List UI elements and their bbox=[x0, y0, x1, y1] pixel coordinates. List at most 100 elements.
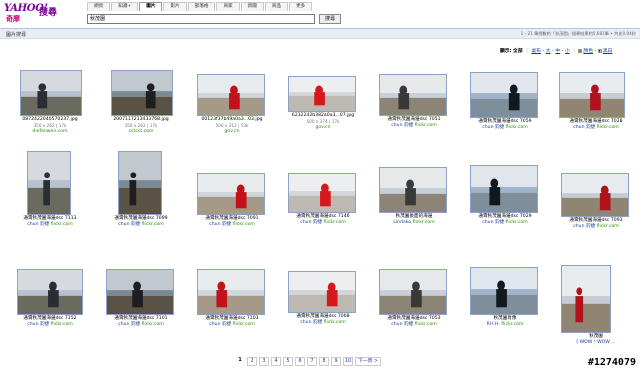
result-user[interactable]: chun bbox=[573, 125, 584, 130]
result-source[interactable]: Lindako flickr.com bbox=[369, 220, 459, 226]
tab-5[interactable]: 商家 bbox=[216, 2, 240, 11]
result-user-alias[interactable]: 鈞捷 bbox=[586, 125, 595, 130]
result-domain[interactable]: flickr.com bbox=[51, 322, 73, 327]
result-domain[interactable]: flickr.com bbox=[324, 320, 346, 325]
tab-0[interactable]: 網頁 bbox=[87, 2, 111, 11]
result-thumbnail[interactable] bbox=[288, 76, 356, 112]
result-thumbnail[interactable] bbox=[559, 72, 625, 118]
result-user[interactable]: [ WOW ! WOW ... bbox=[576, 340, 615, 345]
page-7[interactable]: 7 bbox=[307, 357, 317, 366]
result-thumbnail[interactable] bbox=[561, 265, 611, 333]
result-domain[interactable]: flickr.com bbox=[142, 322, 164, 327]
result-thumbnail[interactable] bbox=[106, 269, 174, 315]
result-source[interactable]: chun 鈞捷 flickr.com bbox=[551, 224, 640, 230]
tab-1[interactable]: 知識+ bbox=[111, 2, 139, 11]
result-domain[interactable]: flickr.com bbox=[415, 123, 437, 128]
result-source[interactable]: chun 鈞捷 flickr.com bbox=[460, 125, 550, 131]
result-user-alias[interactable]: 鈞捷 bbox=[313, 220, 322, 225]
result-source[interactable]: cctcct.com bbox=[96, 129, 186, 135]
result-user[interactable]: Lindako bbox=[393, 220, 411, 225]
result-source[interactable]: chun 鈞捷 flickr.com bbox=[96, 222, 186, 228]
page-6[interactable]: 6 bbox=[295, 357, 305, 366]
size-wallpaper[interactable]: 桌布 bbox=[531, 49, 541, 54]
result-source[interactable]: diefanwen.com bbox=[5, 129, 95, 135]
result-domain[interactable]: flickr.com bbox=[324, 220, 346, 225]
color-filter[interactable]: 顏色 bbox=[583, 49, 593, 54]
result-thumbnail[interactable] bbox=[470, 72, 538, 118]
result-thumbnail[interactable] bbox=[197, 74, 265, 116]
result-user[interactable]: chun bbox=[118, 322, 129, 327]
result-thumbnail[interactable] bbox=[111, 70, 173, 116]
yahoo-logo[interactable]: YAHOO! 奇摩 搜尋 bbox=[4, 3, 57, 23]
result-user[interactable]: chun bbox=[209, 322, 220, 327]
page-3[interactable]: 3 bbox=[259, 357, 269, 366]
result-thumbnail[interactable] bbox=[118, 151, 162, 215]
size-small[interactable]: 小 bbox=[565, 49, 570, 54]
result-domain[interactable]: flickr.com bbox=[597, 125, 619, 130]
result-user-alias[interactable]: 鈞捷 bbox=[40, 322, 49, 327]
bw-filter[interactable]: 黑白 bbox=[603, 49, 613, 54]
result-domain[interactable]: flickr.com bbox=[597, 224, 619, 229]
result-user-alias[interactable]: 鈞捷 bbox=[313, 320, 322, 325]
result-domain[interactable]: flickr.com bbox=[415, 322, 437, 327]
result-domain[interactable]: flickr.com bbox=[501, 322, 523, 327]
result-user[interactable]: chun bbox=[482, 220, 493, 225]
result-domain[interactable]: flickr.com bbox=[506, 125, 528, 130]
result-user-alias[interactable]: 鈞捷 bbox=[40, 222, 49, 227]
result-user[interactable]: chun bbox=[391, 322, 402, 327]
page-5[interactable]: 5 bbox=[283, 357, 293, 366]
result-user-alias[interactable]: 鈞捷 bbox=[131, 222, 140, 227]
result-source[interactable]: chun 鈞捷 flickr.com bbox=[369, 322, 459, 328]
result-source[interactable]: gov.cn bbox=[187, 129, 277, 135]
result-domain[interactable]: flickr.com bbox=[233, 222, 255, 227]
result-thumbnail[interactable] bbox=[288, 271, 356, 313]
result-user[interactable]: chun bbox=[300, 220, 311, 225]
page-10[interactable]: 10 bbox=[343, 357, 353, 366]
result-source[interactable]: [ WOW ! WOW ... bbox=[551, 340, 640, 346]
page-9[interactable]: 9 bbox=[331, 357, 341, 366]
size-large[interactable]: 大 bbox=[546, 49, 551, 54]
result-source[interactable]: chun 鈞捷 flickr.com bbox=[5, 322, 95, 328]
result-domain[interactable]: flickr.com bbox=[413, 220, 435, 225]
result-source[interactable]: P.H.H. flickr.com bbox=[460, 322, 550, 328]
size-medium[interactable]: 中 bbox=[555, 49, 560, 54]
page-2[interactable]: 2 bbox=[247, 357, 257, 366]
result-source[interactable]: chun 鈞捷 flickr.com bbox=[460, 220, 550, 226]
size-all[interactable]: 全部 bbox=[513, 49, 523, 54]
result-user[interactable]: chun bbox=[391, 123, 402, 128]
result-source[interactable]: chun 鈞捷 flickr.com bbox=[551, 125, 640, 131]
result-source[interactable]: chun 鈞捷 flickr.com bbox=[96, 322, 186, 328]
result-thumbnail[interactable] bbox=[27, 151, 71, 215]
result-domain[interactable]: flickr.com bbox=[51, 222, 73, 227]
result-source[interactable]: gov.cn bbox=[278, 125, 368, 131]
result-user-alias[interactable]: 鈞捷 bbox=[586, 224, 595, 229]
result-user[interactable]: chun bbox=[573, 224, 584, 229]
result-user[interactable]: chun bbox=[482, 125, 493, 130]
tab-6[interactable]: 新聞 bbox=[240, 2, 264, 11]
result-user-alias[interactable]: 鈞捷 bbox=[131, 322, 140, 327]
page-1[interactable]: 1 bbox=[235, 357, 245, 366]
tab-8[interactable]: 更多 bbox=[289, 2, 313, 11]
result-user[interactable]: chun bbox=[300, 320, 311, 325]
tab-4[interactable]: 部落格 bbox=[187, 2, 216, 11]
result-source[interactable]: chun 鈞捷 flickr.com bbox=[187, 322, 277, 328]
result-thumbnail[interactable] bbox=[20, 70, 82, 116]
result-domain[interactable]: flickr.com bbox=[233, 322, 255, 327]
tab-3[interactable]: 影片 bbox=[163, 2, 187, 11]
result-thumbnail[interactable] bbox=[470, 267, 538, 315]
result-thumbnail[interactable] bbox=[379, 167, 447, 213]
result-user-alias[interactable]: 鈞捷 bbox=[222, 322, 231, 327]
page-4[interactable]: 4 bbox=[271, 357, 281, 366]
result-thumbnail[interactable] bbox=[288, 173, 356, 213]
page-8[interactable]: 8 bbox=[319, 357, 329, 366]
result-user[interactable]: chun bbox=[118, 222, 129, 227]
result-user-alias[interactable]: 鈞捷 bbox=[495, 220, 504, 225]
result-source[interactable]: chun 鈞捷 flickr.com bbox=[278, 320, 368, 326]
result-domain[interactable]: flickr.com bbox=[142, 222, 164, 227]
result-source[interactable]: chun 鈞捷 flickr.com bbox=[278, 220, 368, 226]
result-user[interactable]: P.H.H. bbox=[487, 322, 500, 327]
result-source[interactable]: chun 鈞捷 flickr.com bbox=[187, 222, 277, 228]
result-domain[interactable]: flickr.com bbox=[506, 220, 528, 225]
result-thumbnail[interactable] bbox=[561, 173, 629, 217]
result-thumbnail[interactable] bbox=[470, 165, 538, 213]
